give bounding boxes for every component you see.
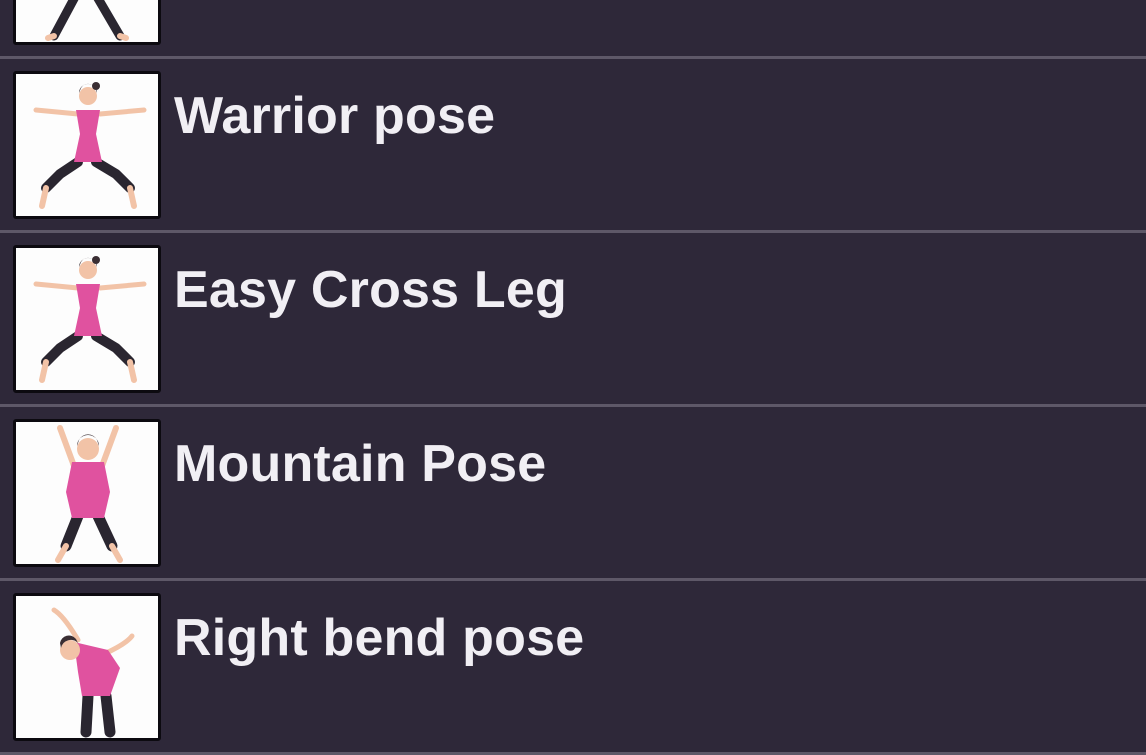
list-item[interactable]: [0, 0, 1146, 59]
pose-thumbnail: [13, 0, 161, 45]
pose-label: Right bend pose: [174, 609, 585, 667]
side-bend-pose-figure-icon: [51, 607, 135, 738]
standing-pose-figure-icon: [45, 0, 129, 41]
warrior-pose-figure-icon: [33, 82, 147, 209]
pose-thumbnail: [13, 245, 161, 393]
list-item[interactable]: Mountain Pose: [0, 407, 1146, 581]
arms-up-pose-figure-icon: [55, 425, 123, 563]
pose-thumbnail: [13, 593, 161, 741]
pose-label: Easy Cross Leg: [174, 261, 567, 319]
list-item[interactable]: Easy Cross Leg: [0, 233, 1146, 407]
pose-label: Mountain Pose: [174, 435, 547, 493]
list-item[interactable]: Warrior pose: [0, 59, 1146, 233]
warrior-pose-figure-icon: [33, 256, 147, 383]
pose-thumbnail: [13, 71, 161, 219]
pose-list: Warrior pose Easy Cross Leg Mountain Pos…: [0, 0, 1146, 755]
pose-thumbnail: [13, 419, 161, 567]
pose-label: Warrior pose: [174, 87, 496, 145]
list-item[interactable]: Right bend pose: [0, 581, 1146, 755]
